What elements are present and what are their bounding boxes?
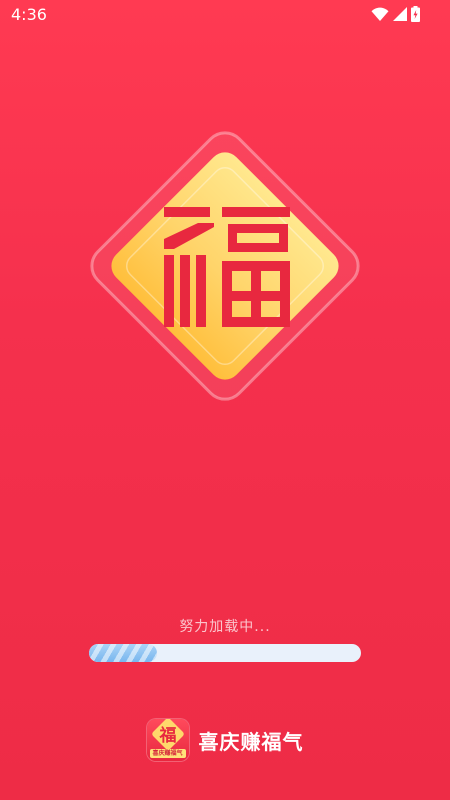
status-bar: 4:36 — [0, 0, 450, 30]
app-name: 喜庆赚福气 — [198, 729, 304, 754]
loading-text: 努力加载中... — [179, 619, 271, 635]
wifi-icon — [371, 7, 389, 21]
app-icon-char: 福 — [158, 725, 176, 746]
status-icons — [371, 6, 420, 22]
app-icon: 福 喜庆赚福气 — [146, 719, 189, 761]
cell-signal-icon — [393, 7, 407, 21]
app-icon-label: 喜庆赚福气 — [149, 749, 186, 758]
battery-icon — [411, 6, 420, 22]
brand: 福 喜庆赚福气 喜庆赚福气 — [0, 719, 450, 761]
fu-emblem — [90, 131, 360, 401]
loading-progress-fill — [89, 644, 157, 662]
loading-progress-bar — [89, 644, 361, 662]
status-time: 4:36 — [11, 5, 47, 24]
